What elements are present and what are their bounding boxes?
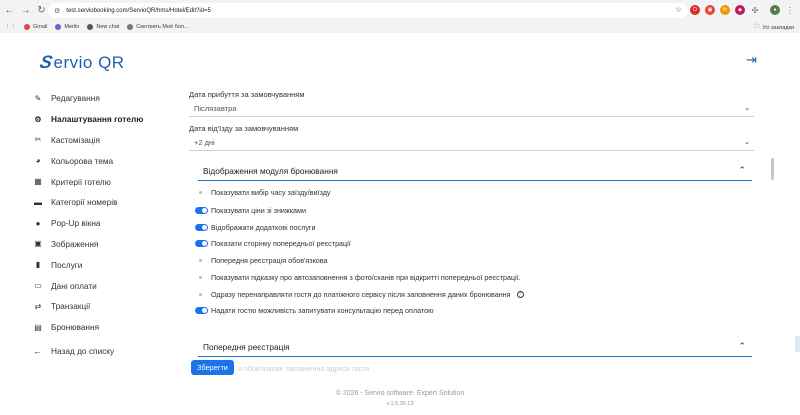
option-discount-prices[interactable]: Показувати ціни зі знижками [195, 204, 306, 216]
scrollbar-thumb[interactable] [771, 158, 774, 180]
sidebar-item-popup[interactable]: ● Pop-Up вікна [33, 213, 183, 234]
departure-date-label: Дата від'їзду за замовчуванням [189, 124, 299, 133]
pre-registration-faded-option: и обов'язкове заповнення адреси гостя [238, 364, 370, 373]
profile-avatar[interactable]: ● [770, 5, 780, 15]
transactions-icon: ⇄ [34, 301, 42, 311]
sidebar-item-bookings[interactable]: ▤ Бронювання [33, 317, 183, 338]
back-arrow-icon[interactable]: ← [3, 4, 16, 17]
option-consultation[interactable]: Надати гостю можливість запитувати консу… [195, 304, 434, 316]
sidebar-item-payment-data[interactable]: ▭ Дані оплати [33, 275, 183, 296]
booking-module-section-header[interactable]: Відображення модуля бронювання ⌃ [198, 161, 752, 181]
side-panel-tab[interactable] [795, 336, 800, 352]
arrival-date-label: Дата прибуття за замовчуванням [189, 90, 305, 99]
extension-fx-icon[interactable]: fx [720, 5, 730, 15]
toggle-switch[interactable] [195, 306, 208, 314]
extension-opera-icon[interactable]: O [690, 5, 700, 15]
logout-icon[interactable]: ⇥ [746, 52, 757, 68]
toggle-switch[interactable] [195, 291, 208, 298]
footer-copyright: © 2026 - Servio software. Expert Solutio… [335, 390, 465, 397]
chevron-up-icon[interactable]: ⌃ [738, 165, 746, 176]
url-text: test.serviobooking.com/ServioQR/hms/Hote… [66, 7, 211, 14]
sidebar-item-images[interactable]: ▣ Зображення [33, 234, 183, 255]
apps-grid-icon[interactable]: ⋮⋮ [5, 24, 16, 30]
option-checkin-time[interactable]: Показувати вибір часу заїзду/виїзду [195, 186, 331, 198]
movie-icon [127, 23, 134, 30]
sidebar-item-room-categories[interactable]: ▬ Категорії номерів [33, 192, 183, 213]
booking-icon: ▤ [34, 322, 42, 332]
bookmark-new-chat[interactable]: New chat [87, 23, 119, 30]
toggle-switch[interactable] [195, 239, 208, 247]
address-row: ← → ↻ ⚙ test.serviobooking.com/ServioQR/… [0, 0, 800, 20]
folder-icon: 🗀 [753, 24, 760, 30]
option-redirect-payment[interactable]: Одразу перенаправляти гостя до платіжног… [195, 288, 524, 300]
chat-icon: ● [35, 218, 41, 228]
arrow-left-icon: ← [33, 346, 42, 356]
save-button[interactable]: Зберегти [191, 360, 234, 375]
palette-icon: ◕ [35, 156, 41, 166]
logo-mark: S [37, 52, 55, 72]
bookmarks-bar: ⋮⋮ Gmail Merlin New chat Смотреть Моё бо… [0, 20, 800, 33]
chevron-up-icon[interactable]: ⌃ [738, 341, 746, 352]
card-icon: ▭ [34, 281, 42, 291]
extension-flag-icon[interactable]: ▣ [705, 5, 715, 15]
sidebar-item-customization[interactable]: ✂ Кастомізація [33, 130, 183, 151]
sidebar-item-services[interactable]: ▮ Послуги [33, 254, 183, 275]
chevron-down-icon: ⌄ [744, 139, 750, 146]
servio-logo[interactable]: S ervio QR [37, 52, 125, 73]
sidebar-item-hotel-settings[interactable]: ⚙ Налаштування готелю [33, 109, 183, 130]
folder-icon: ▬ [34, 197, 42, 207]
bookmark-star-icon[interactable]: ☆ [675, 5, 682, 14]
option-extra-services[interactable]: Відображати додаткові послуги [195, 221, 316, 233]
sidebar-nav: ✎ Редагування ⚙ Налаштування готелю ✂ Касто… [33, 88, 183, 338]
bookmark-gmail[interactable]: Gmail [24, 23, 47, 30]
sidebar-item-hotel-criteria[interactable]: ▦ Критерії готелю [33, 171, 183, 192]
option-pre-registration-required[interactable]: Попередня реєстрація обов'язкова [195, 254, 328, 266]
footer-version: v.1.5.36.13 [386, 401, 414, 407]
gmail-icon [24, 23, 30, 30]
departure-date-select[interactable]: +2 дні ⌄ [189, 135, 754, 151]
toggle-switch[interactable] [195, 189, 208, 196]
sidebar-item-transactions[interactable]: ⇄ Транзакції [33, 296, 183, 317]
site-settings-icon[interactable]: ⚙ [54, 7, 60, 15]
book-icon: ▮ [35, 260, 41, 270]
chat-icon [87, 23, 94, 30]
merlin-icon [55, 23, 62, 30]
arrival-date-select[interactable]: Післязавтра ⌄ [189, 101, 754, 117]
images-icon: ▣ [34, 239, 42, 249]
toggle-switch[interactable] [195, 257, 208, 264]
option-autofill-hint[interactable]: Показувати підказку про автозаповнення з… [195, 271, 521, 283]
tools-icon: ✂ [34, 135, 42, 145]
help-icon[interactable]: ? [516, 290, 524, 298]
bookmark-movie[interactable]: Смотреть Моё бол... [127, 23, 189, 30]
gear-icon: ⚙ [34, 114, 42, 124]
sidebar-item-edit[interactable]: ✎ Редагування [33, 88, 183, 109]
toggle-switch[interactable] [195, 274, 208, 281]
browser-menu-icon[interactable]: ⋮ [785, 5, 795, 15]
toggle-switch[interactable] [195, 206, 208, 214]
option-pre-registration-page[interactable]: Показати сторінку попередньої реєстрації [195, 237, 351, 249]
extensions-puzzle-icon[interactable]: ✣ [750, 5, 760, 15]
browser-chrome: ← → ↻ ⚙ test.serviobooking.com/ServioQR/… [0, 0, 800, 33]
forward-arrow-icon[interactable]: → [19, 4, 32, 17]
bookmark-merlin[interactable]: Merlin [55, 23, 79, 30]
reload-icon[interactable]: ↻ [35, 4, 48, 17]
back-to-list-link[interactable]: ← Назад до списку [33, 346, 114, 356]
settings-form: Дата прибуття за замовчуванням Післязавт… [189, 86, 754, 151]
pre-registration-section-header[interactable]: Попередня реєстрація ⌃ [198, 337, 752, 357]
sidebar-item-color-theme[interactable]: ◕ Кольорова тема [33, 150, 183, 171]
chevron-down-icon: ⌄ [744, 105, 750, 112]
pencil-icon: ✎ [34, 93, 42, 103]
logo-text: ervio QR [53, 52, 125, 72]
table-icon: ▦ [34, 177, 42, 187]
extension-shield-icon[interactable]: ◆ [735, 5, 745, 15]
toggle-switch[interactable] [195, 223, 208, 231]
all-bookmarks[interactable]: 🗀 Усі закладки [754, 23, 794, 32]
address-bar[interactable]: ⚙ test.serviobooking.com/ServioQR/hms/Ho… [48, 3, 688, 18]
